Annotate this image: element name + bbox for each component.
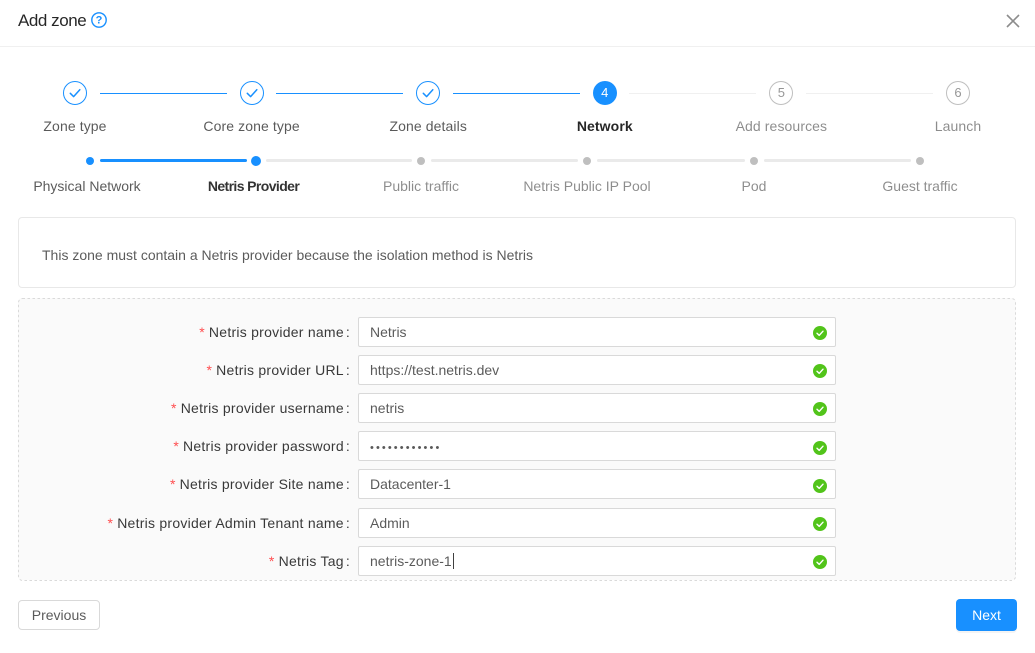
svg-text:?: ? — [95, 14, 102, 26]
